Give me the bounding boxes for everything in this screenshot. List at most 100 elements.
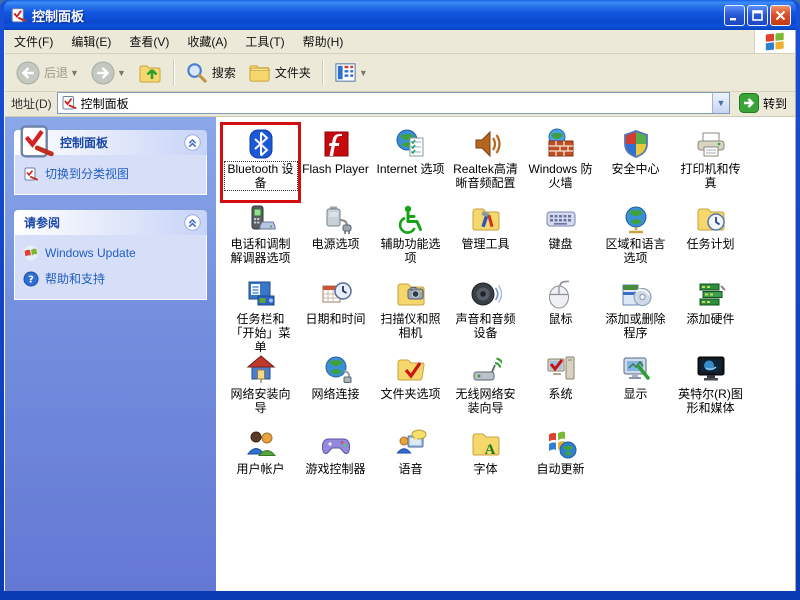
cpl-item-keyboard[interactable]: 键盘 <box>523 200 598 275</box>
cpl-item-wireless-setup[interactable]: 无线网络安装向导 <box>448 350 523 425</box>
chevron-up-icon[interactable] <box>184 134 201 151</box>
menu-item-5[interactable]: 工具(T) <box>236 30 293 53</box>
menu-item-6[interactable]: 帮助(H) <box>294 30 353 53</box>
cpl-item-windows-firewall[interactable]: Windows 防火墙 <box>523 125 598 200</box>
go-button[interactable]: 转到 <box>735 92 791 114</box>
cpl-item-game-controllers[interactable]: 游戏控制器 <box>298 425 373 500</box>
cpl-item-label: 任务栏和「开始」菜单 <box>230 312 291 354</box>
cpl-item-user-accounts[interactable]: 用户帐户 <box>223 425 298 500</box>
cpl-item-bluetooth[interactable]: Bluetooth 设备 <box>220 122 301 203</box>
intel-graphics-icon <box>695 353 727 385</box>
keyboard-icon <box>545 203 577 235</box>
cpl-item-auto-updates[interactable]: 自动更新 <box>523 425 598 500</box>
add-hardware-icon <box>695 278 727 310</box>
cpl-item-mouse[interactable]: 鼠标 <box>523 275 598 350</box>
close-button[interactable] <box>770 4 791 26</box>
cpl-item-label: 鼠标 <box>548 312 573 326</box>
menu-item-2[interactable]: 编辑(E) <box>62 30 120 53</box>
cpl-item-power-options[interactable]: 电源选项 <box>298 200 373 275</box>
cpl-item-network-setup[interactable]: 网络安装向导 <box>223 350 298 425</box>
forward-button[interactable]: ▼ <box>86 59 131 87</box>
address-dropdown-button[interactable]: ▼ <box>711 93 729 113</box>
cpl-item-phone-modem[interactable]: 电话和调制解调器选项 <box>223 200 298 275</box>
control-panel-icon <box>17 123 55 161</box>
sidebar: 控制面板 切换到分类视图 请参阅 Windows Update? 帮助和支持 <box>5 117 216 591</box>
control-panel-window: 控制面板 文件(F) 编辑(E) 查看(V) 收藏(A) 工具(T) 帮助(H) 后退 ▼ … <box>0 0 800 600</box>
cpl-item-folder-options[interactable]: 文件夹选项 <box>373 350 448 425</box>
cpl-item-label: 电源选项 <box>311 237 360 251</box>
address-input[interactable]: 控制面板 ▼ <box>56 92 730 114</box>
cpl-item-label: 英特尔(R)图形和媒体 <box>678 387 743 415</box>
category-view-icon <box>23 166 39 182</box>
tool-bar: 后退 ▼ ▼ 搜索 文件夹 ▼ <box>5 54 795 92</box>
cpl-item-sounds-audio[interactable]: 声音和音频设备 <box>448 275 523 350</box>
minimize-button[interactable] <box>724 4 745 26</box>
cpl-item-accessibility[interactable]: 辅助功能选项 <box>373 200 448 275</box>
search-button[interactable]: 搜索 <box>180 59 241 86</box>
chevron-up-icon[interactable] <box>184 214 201 231</box>
cpl-item-label: 电话和调制解调器选项 <box>230 237 291 265</box>
cpl-item-flash-player[interactable]: Flash Player <box>298 125 373 200</box>
up-button[interactable] <box>133 59 167 87</box>
cpl-item-date-time[interactable]: 日期和时间 <box>298 275 373 350</box>
cpl-item-display[interactable]: 显示 <box>598 350 673 425</box>
forward-icon <box>91 61 115 84</box>
sidebar-link-category-view[interactable]: 切换到分类视图 <box>23 165 198 182</box>
cpl-item-taskbar-startmenu[interactable]: 任务栏和「开始」菜单 <box>223 275 298 354</box>
go-icon <box>738 93 759 113</box>
cpl-item-label: 添加硬件 <box>686 312 735 326</box>
system-icon <box>545 353 577 385</box>
sidebar-link-help[interactable]: ? 帮助和支持 <box>23 270 198 287</box>
realtek-audio-icon <box>470 128 502 160</box>
menu-item-3[interactable]: 查看(V) <box>120 30 178 53</box>
cpl-item-scanners-cameras[interactable]: 扫描仪和照相机 <box>373 275 448 350</box>
maximize-button[interactable] <box>747 4 768 26</box>
sidebar-link-label: 帮助和支持 <box>45 272 106 286</box>
sounds-audio-icon <box>470 278 502 310</box>
title-bar[interactable]: 控制面板 <box>4 0 796 30</box>
menu-item-4[interactable]: 收藏(A) <box>178 30 236 53</box>
cpl-item-label: 管理工具 <box>461 237 510 251</box>
wireless-setup-icon <box>470 353 504 385</box>
cpl-item-admin-tools[interactable]: 管理工具 <box>448 200 523 275</box>
flash-player-icon <box>320 128 352 160</box>
cpl-item-system[interactable]: 系统 <box>523 350 598 425</box>
cpl-item-label: 辅助功能选项 <box>380 237 441 265</box>
phone-modem-icon <box>245 203 277 235</box>
panel-header[interactable]: 请参阅 <box>14 210 207 235</box>
cpl-item-label: 打印机和传真 <box>680 162 741 190</box>
icon-grid: Bluetooth 设备 Flash Player Internet 选项 Realt… <box>220 122 795 500</box>
panel-title: 请参阅 <box>24 216 61 230</box>
cpl-item-scheduled-tasks[interactable]: 任务计划 <box>673 200 748 275</box>
folder-options-icon <box>395 353 427 385</box>
svg-text:A: A <box>484 442 495 458</box>
cpl-item-fonts[interactable]: A 字体 <box>448 425 523 500</box>
cpl-item-add-remove-programs[interactable]: 添加或删除程序 <box>598 275 673 350</box>
cpl-item-label: 区域和语言选项 <box>605 237 666 265</box>
cpl-item-regional-language[interactable]: 区域和语言选项 <box>598 200 673 275</box>
cpl-item-internet-options[interactable]: Internet 选项 <box>373 125 448 200</box>
scanners-cameras-icon <box>395 278 427 310</box>
forward-dropdown-icon: ▼ <box>116 67 126 78</box>
cpl-item-label: 声音和音频设备 <box>455 312 516 340</box>
views-button[interactable]: ▼ <box>329 59 373 86</box>
address-value: 控制面板 <box>80 96 129 111</box>
cpl-item-label: Internet 选项 <box>376 162 445 176</box>
cpl-item-intel-graphics[interactable]: 英特尔(R)图形和媒体 <box>673 350 748 425</box>
cpl-item-label: 无线网络安装向导 <box>455 387 516 415</box>
address-bar: 地址(D) 控制面板 ▼ 转到 <box>5 92 795 117</box>
cpl-item-label: Flash Player <box>302 162 369 176</box>
cpl-item-realtek-audio[interactable]: Realtek高清晰音频配置 <box>448 125 523 200</box>
cpl-item-printers-faxes[interactable]: 打印机和传真 <box>673 125 748 200</box>
cpl-item-network-connections[interactable]: 网络连接 <box>298 350 373 425</box>
folders-button[interactable]: 文件夹 <box>243 59 316 86</box>
menu-item-1[interactable]: 文件(F) <box>5 30 62 53</box>
cpl-item-label: 文件夹选项 <box>380 387 441 401</box>
back-button[interactable]: 后退 ▼ <box>11 59 84 87</box>
cpl-item-label: 任务计划 <box>686 237 735 251</box>
sidebar-panel-2: 请参阅 Windows Update ? 帮助和支持 <box>14 210 207 300</box>
cpl-item-security-center[interactable]: 安全中心 <box>598 125 673 200</box>
cpl-item-speech[interactable]: 语音 <box>373 425 448 500</box>
sidebar-link-windows-update[interactable]: Windows Update <box>23 245 198 261</box>
cpl-item-add-hardware[interactable]: 添加硬件 <box>673 275 748 350</box>
